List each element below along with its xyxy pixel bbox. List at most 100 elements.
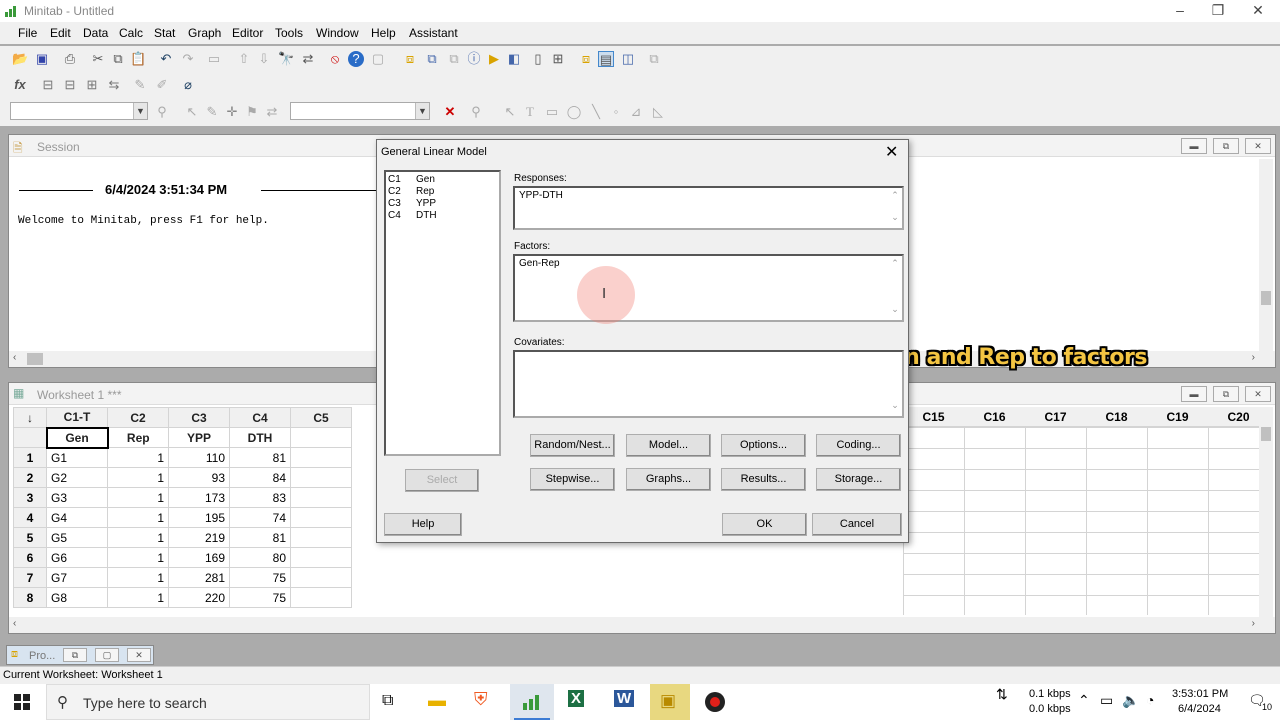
- factors-scroll-up-icon[interactable]: ⌃: [890, 258, 900, 269]
- tile-icon[interactable]: ◫: [620, 51, 636, 67]
- clock-time[interactable]: 3:53:01 PM: [1172, 688, 1228, 700]
- worksheets-icon[interactable]: ⧉: [446, 51, 462, 67]
- cell-gen[interactable]: G7: [46, 567, 108, 588]
- cell-ypp[interactable]: 173: [168, 487, 230, 508]
- col-name-rep[interactable]: Rep: [107, 427, 169, 448]
- open-icon[interactable]: 📂: [12, 51, 28, 67]
- find-icon[interactable]: 🔭: [278, 51, 294, 67]
- cell-ypp[interactable]: 93: [168, 467, 230, 488]
- pointer-icon[interactable]: ↖: [502, 104, 518, 120]
- paste-icon[interactable]: 📋: [130, 51, 146, 67]
- excel-icon[interactable]: X: [568, 690, 585, 707]
- cell-ypp[interactable]: 281: [168, 567, 230, 588]
- cell-rep[interactable]: 1: [107, 467, 169, 488]
- session-vscrollbar[interactable]: [1259, 159, 1273, 353]
- menu-data[interactable]: Data: [83, 26, 108, 40]
- font-combo[interactable]: ▼: [290, 102, 430, 120]
- menu-calc[interactable]: Calc: [119, 26, 143, 40]
- battery-icon[interactable]: ▭: [1100, 692, 1113, 709]
- list-item[interactable]: C2 Rep: [388, 186, 497, 198]
- row-number[interactable]: 8: [13, 587, 47, 608]
- flag-icon[interactable]: ⚑: [244, 104, 260, 120]
- help-icon[interactable]: ?: [348, 51, 364, 67]
- tray-chevron-icon[interactable]: ⌃: [1078, 692, 1090, 709]
- cell-c5[interactable]: [290, 547, 352, 568]
- close-app-button[interactable]: ✕: [1240, 0, 1276, 22]
- menu-stat[interactable]: Stat: [154, 26, 175, 40]
- maximize-button[interactable]: ❐: [1200, 0, 1236, 22]
- cell-rep[interactable]: 1: [107, 587, 169, 608]
- cell-c5[interactable]: [290, 467, 352, 488]
- info-icon[interactable]: ⓘ: [466, 51, 482, 67]
- presentation-taskbar-button[interactable]: ▣: [650, 684, 690, 720]
- pen-icon[interactable]: ✎: [204, 104, 220, 120]
- fx-icon[interactable]: fx: [12, 77, 28, 93]
- polygon-icon[interactable]: ◺: [650, 104, 666, 120]
- ok-button[interactable]: OK: [722, 513, 807, 536]
- cell-dth[interactable]: 83: [229, 487, 291, 508]
- insert-cells-icon[interactable]: ⊟: [40, 77, 56, 93]
- menu-graph[interactable]: Graph: [188, 26, 221, 40]
- project-manager-minimized[interactable]: ⧈ Pro... ⧉ ▢ ✕: [6, 645, 154, 665]
- list-item[interactable]: C4 DTH: [388, 210, 497, 222]
- cut-icon[interactable]: ✂: [90, 51, 106, 67]
- factors-scroll-down-icon[interactable]: ⌄: [890, 304, 900, 315]
- graphs-button[interactable]: Graphs...: [626, 468, 711, 491]
- col-name-gen[interactable]: Gen: [45, 426, 109, 449]
- worksheet-hscrollbar[interactable]: ‹ ›: [9, 617, 1275, 633]
- project-manager-icon[interactable]: ⧈: [402, 51, 418, 67]
- cell-gen[interactable]: G6: [46, 547, 108, 568]
- list-item[interactable]: C3 YPP: [388, 198, 497, 210]
- cell-c5[interactable]: [290, 507, 352, 528]
- menu-tools[interactable]: Tools: [275, 26, 303, 40]
- responses-field[interactable]: YPP-DTH ⌃ ⌄: [513, 186, 904, 230]
- brave-browser-icon[interactable]: ⛨: [474, 689, 488, 710]
- options-button[interactable]: Options...: [721, 434, 806, 457]
- cell-gen[interactable]: G2: [46, 467, 108, 488]
- volume-icon[interactable]: 🔈: [1122, 692, 1139, 709]
- menu-help[interactable]: Help: [371, 26, 396, 40]
- ellipse-icon[interactable]: ◯: [566, 104, 582, 120]
- storage-button[interactable]: Storage...: [816, 468, 901, 491]
- text-tool-icon[interactable]: T: [522, 104, 538, 120]
- covariates-field[interactable]: ⌄: [513, 350, 904, 418]
- row-number[interactable]: 3: [13, 487, 47, 508]
- col-id-c2[interactable]: C2: [107, 407, 169, 428]
- menu-edit[interactable]: Edit: [50, 26, 71, 40]
- wifi-icon[interactable]: ◔: [1146, 692, 1154, 708]
- scroll-down-icon[interactable]: ⌄: [890, 212, 900, 223]
- row-number[interactable]: 4: [13, 507, 47, 528]
- row-number[interactable]: 2: [13, 467, 47, 488]
- record-icon[interactable]: [705, 692, 725, 712]
- col-id-c15[interactable]: C15: [903, 410, 964, 424]
- col-id-c1[interactable]: C1-T: [46, 407, 108, 428]
- minitab-taskbar-button[interactable]: [510, 684, 554, 720]
- pm-restore-button[interactable]: ⧉: [63, 648, 87, 662]
- right-grid-cells[interactable]: [903, 427, 1269, 615]
- cancel-button[interactable]: Cancel: [812, 513, 902, 536]
- cell-c5[interactable]: [290, 587, 352, 608]
- up-arrow-icon[interactable]: ⇧: [236, 51, 252, 67]
- cell-dth[interactable]: 84: [229, 467, 291, 488]
- model-button[interactable]: Model...: [626, 434, 711, 457]
- col-name-c5[interactable]: [290, 427, 352, 448]
- cell-dth[interactable]: 74: [229, 507, 291, 528]
- edit-last-dialog-icon[interactable]: ▭: [206, 51, 222, 67]
- col-name-dth[interactable]: DTH: [229, 427, 291, 448]
- col-id-c5[interactable]: C5: [290, 407, 352, 428]
- cell-ypp[interactable]: 220: [168, 587, 230, 608]
- col-id-c16[interactable]: C16: [964, 410, 1025, 424]
- polyline-icon[interactable]: ⊿: [628, 104, 644, 120]
- row-number[interactable]: 6: [13, 547, 47, 568]
- close-all-graphs-icon[interactable]: ⧉: [646, 51, 662, 67]
- windows-start-icon[interactable]: [14, 694, 30, 710]
- marker-icon[interactable]: ◦: [608, 104, 624, 120]
- worksheet-window-icon[interactable]: ▤: [598, 51, 614, 67]
- format-icon[interactable]: ✐: [154, 77, 170, 93]
- cell-gen[interactable]: G4: [46, 507, 108, 528]
- session-close-button[interactable]: ✕: [1245, 138, 1271, 154]
- worksheet-vscroll-thumb[interactable]: [1261, 427, 1271, 441]
- menu-file[interactable]: File: [18, 26, 37, 40]
- insert-rows-icon[interactable]: ⊟: [62, 77, 78, 93]
- session-restore-button[interactable]: ⧉: [1213, 138, 1239, 154]
